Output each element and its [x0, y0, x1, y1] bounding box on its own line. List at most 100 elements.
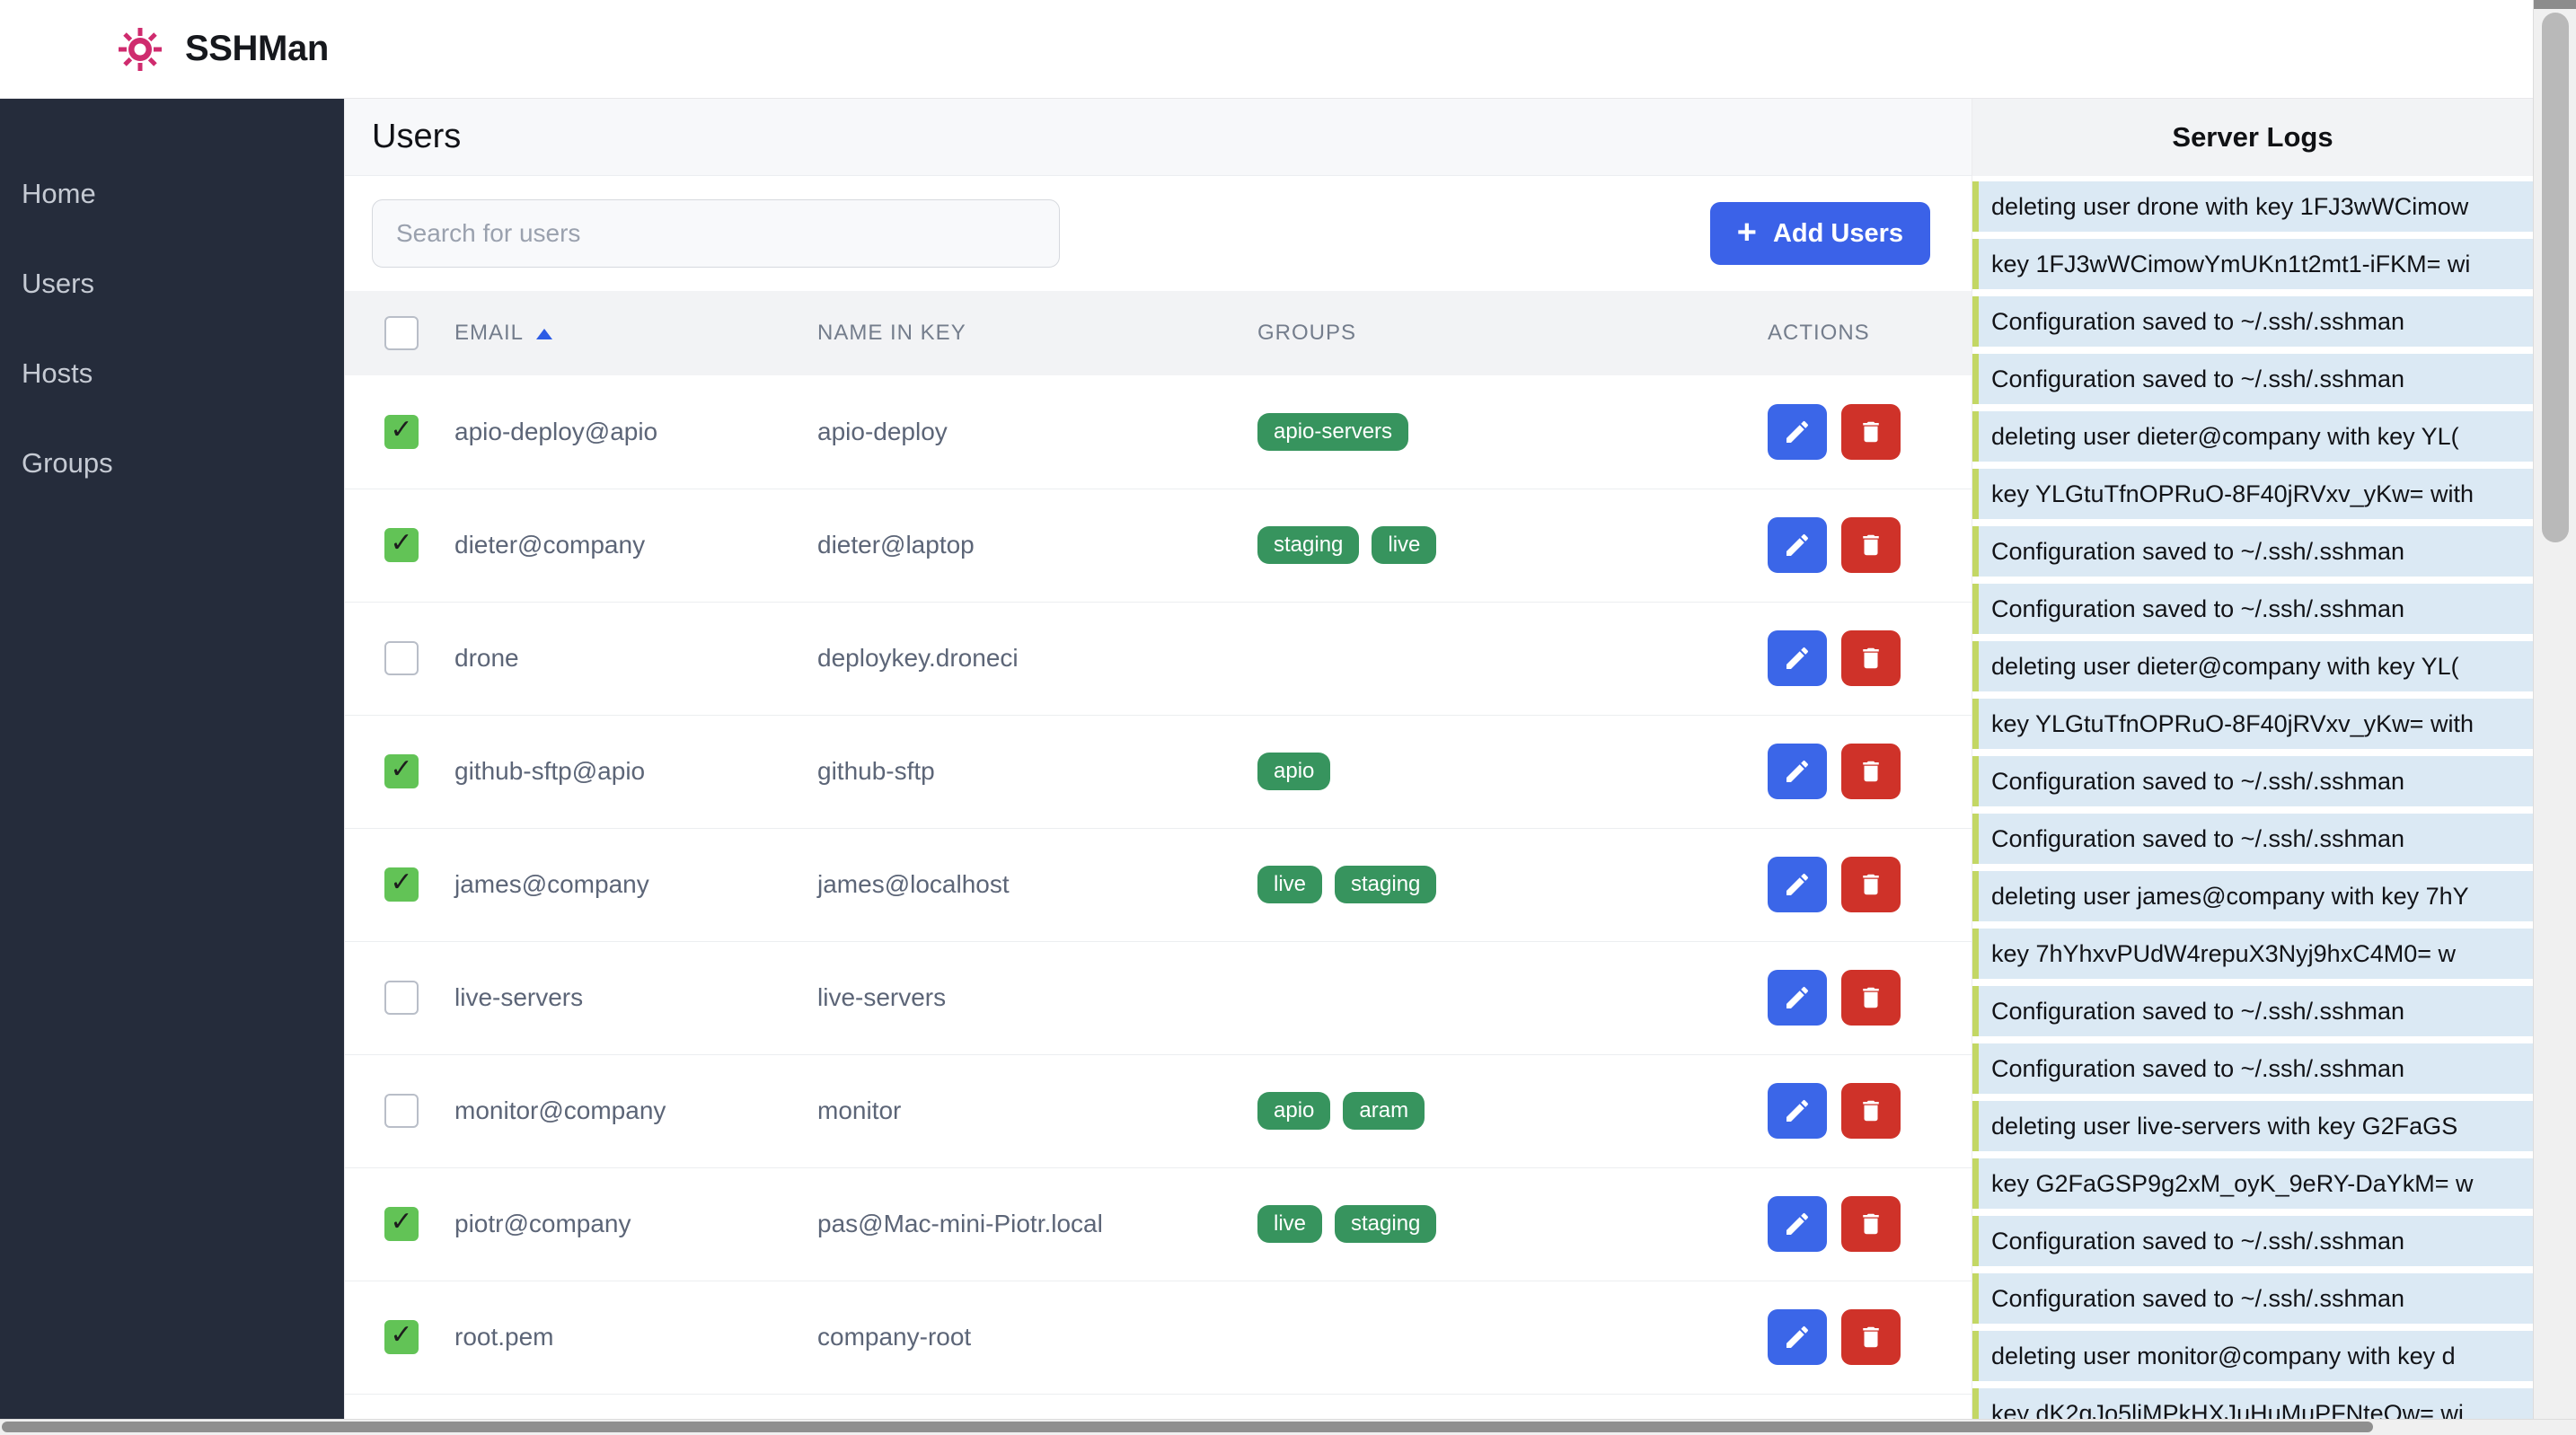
row-action-buttons: [1768, 857, 1972, 912]
row-checkbox[interactable]: ✓: [384, 1320, 419, 1354]
select-all-checkbox[interactable]: ✓: [384, 316, 419, 350]
cell-email: james@company: [454, 828, 817, 941]
trash-icon: [1857, 1211, 1884, 1237]
column-header-name-label: NAME IN KEY: [817, 321, 966, 345]
cell-groups: livestaging: [1257, 1167, 1768, 1281]
cell-groups: apioaram: [1257, 1054, 1768, 1167]
delete-user-button[interactable]: [1841, 970, 1901, 1026]
trash-icon: [1857, 984, 1884, 1011]
row-checkbox[interactable]: ✓: [384, 528, 419, 562]
row-select-cell: ✓: [345, 828, 454, 941]
cell-groups: livestaging: [1257, 828, 1768, 941]
row-checkbox[interactable]: ✓: [384, 867, 419, 902]
horizontal-scrollbar[interactable]: [0, 1419, 2576, 1435]
top-bar: SSHMan: [0, 0, 2576, 99]
edit-user-button[interactable]: [1768, 1083, 1827, 1139]
row-select-cell: ✓: [345, 941, 454, 1054]
table-row: ✓piotr@companypas@Mac-mini-Piotr.localli…: [345, 1167, 1972, 1281]
row-checkbox[interactable]: ✓: [384, 981, 419, 1015]
delete-user-button[interactable]: [1841, 1196, 1901, 1252]
log-entry: deleting user drone with key 1FJ3wWCimow: [1972, 181, 2533, 232]
delete-user-button[interactable]: [1841, 1083, 1901, 1139]
check-icon: ✓: [390, 869, 412, 896]
pencil-icon: [1783, 757, 1812, 786]
edit-user-button[interactable]: [1768, 744, 1827, 799]
cell-email: piotr@company: [454, 1167, 817, 1281]
cell-name-in-key: github-sftp: [817, 715, 1257, 828]
delete-user-button[interactable]: [1841, 517, 1901, 573]
log-entry: deleting user live-servers with key G2Fa…: [1972, 1101, 2533, 1151]
cell-email: apio-deploy@apio: [454, 375, 817, 489]
brand[interactable]: SSHMan: [119, 28, 329, 71]
group-pill-list: livestaging: [1257, 1205, 1768, 1243]
log-entry: key YLGtuTfnOPRuO-8F40jRVxv_yKw= with: [1972, 699, 2533, 749]
edit-user-button[interactable]: [1768, 857, 1827, 912]
table-header-row: ✓ EMAIL NAME IN KEY GROUPS ACTIONS: [345, 291, 1972, 375]
edit-user-button[interactable]: [1768, 970, 1827, 1026]
vertical-scrollbar-thumb[interactable]: [2542, 13, 2569, 542]
group-pill-list: apio: [1257, 753, 1768, 790]
row-action-buttons: [1768, 1196, 1972, 1252]
trash-icon: [1857, 418, 1884, 445]
add-users-button[interactable]: + Add Users: [1710, 202, 1930, 265]
log-entry: Configuration saved to ~/.ssh/.sshman: [1972, 756, 2533, 806]
row-checkbox[interactable]: ✓: [384, 1094, 419, 1128]
group-pill-list: apioaram: [1257, 1092, 1768, 1130]
page-title: Users: [372, 118, 461, 156]
cell-name-in-key: live-servers: [817, 941, 1257, 1054]
pencil-icon: [1783, 1096, 1812, 1125]
table-row: ✓github-sftp@apiogithub-sftpapio: [345, 715, 1972, 828]
row-checkbox[interactable]: ✓: [384, 754, 419, 788]
edit-user-button[interactable]: [1768, 517, 1827, 573]
server-logs-list[interactable]: deleting user drone with key 1FJ3wWCimow…: [1972, 176, 2533, 1435]
scrollbar-top-cap: [2534, 0, 2576, 9]
sort-ascending-icon: [536, 329, 552, 339]
row-checkbox[interactable]: ✓: [384, 1207, 419, 1241]
cell-groups: [1257, 941, 1768, 1054]
check-icon: ✓: [390, 1322, 412, 1349]
column-header-groups[interactable]: GROUPS: [1257, 291, 1768, 375]
column-header-select-all: ✓: [345, 291, 454, 375]
cell-groups: [1257, 1281, 1768, 1394]
horizontal-scrollbar-thumb[interactable]: [2, 1422, 2373, 1432]
log-entry: Configuration saved to ~/.ssh/.sshman: [1972, 584, 2533, 634]
row-select-cell: ✓: [345, 1281, 454, 1394]
row-action-buttons: [1768, 517, 1972, 573]
edit-user-button[interactable]: [1768, 404, 1827, 460]
cell-groups: staginglive: [1257, 489, 1768, 602]
cell-email: root.pem: [454, 1281, 817, 1394]
delete-user-button[interactable]: [1841, 857, 1901, 912]
log-entry-text: key G2FaGSP9g2xM_oyK_9eRY-DaYkM= w: [1991, 1170, 2474, 1198]
delete-user-button[interactable]: [1841, 630, 1901, 686]
pencil-icon: [1783, 644, 1812, 673]
app-title: SSHMan: [185, 29, 329, 69]
table-row: ✓james@companyjames@localhostlivestaging: [345, 828, 1972, 941]
delete-user-button[interactable]: [1841, 744, 1901, 799]
log-entry-text: key YLGtuTfnOPRuO-8F40jRVxv_yKw= with: [1991, 710, 2474, 738]
edit-user-button[interactable]: [1768, 630, 1827, 686]
column-header-email[interactable]: EMAIL: [454, 291, 817, 375]
column-header-name-in-key[interactable]: NAME IN KEY: [817, 291, 1257, 375]
sidebar-item-groups[interactable]: Groups: [0, 418, 344, 508]
row-checkbox[interactable]: ✓: [384, 415, 419, 449]
edit-user-button[interactable]: [1768, 1309, 1827, 1365]
sidebar-item-label: Groups: [22, 447, 113, 480]
vertical-scrollbar[interactable]: [2533, 0, 2576, 1435]
cell-actions: [1768, 489, 1972, 602]
search-input[interactable]: [372, 199, 1060, 268]
log-entry-text: Configuration saved to ~/.ssh/.sshman: [1991, 768, 2404, 796]
edit-user-button[interactable]: [1768, 1196, 1827, 1252]
sidebar-item-home[interactable]: Home: [0, 149, 344, 239]
sidebar-item-hosts[interactable]: Hosts: [0, 329, 344, 418]
cell-name-in-key: monitor: [817, 1054, 1257, 1167]
sidebar-item-users[interactable]: Users: [0, 239, 344, 329]
table-row: ✓root.pemcompany-root: [345, 1281, 1972, 1394]
log-entry-text: deleting user live-servers with key G2Fa…: [1991, 1113, 2457, 1140]
group-pill: aram: [1343, 1092, 1425, 1130]
pencil-icon: [1783, 1323, 1812, 1351]
delete-user-button[interactable]: [1841, 404, 1901, 460]
delete-user-button[interactable]: [1841, 1309, 1901, 1365]
server-logs-panel: Server Logs deleting user drone with key…: [1972, 99, 2533, 1435]
log-entry-text: Configuration saved to ~/.ssh/.sshman: [1991, 538, 2404, 566]
row-checkbox[interactable]: ✓: [384, 641, 419, 675]
